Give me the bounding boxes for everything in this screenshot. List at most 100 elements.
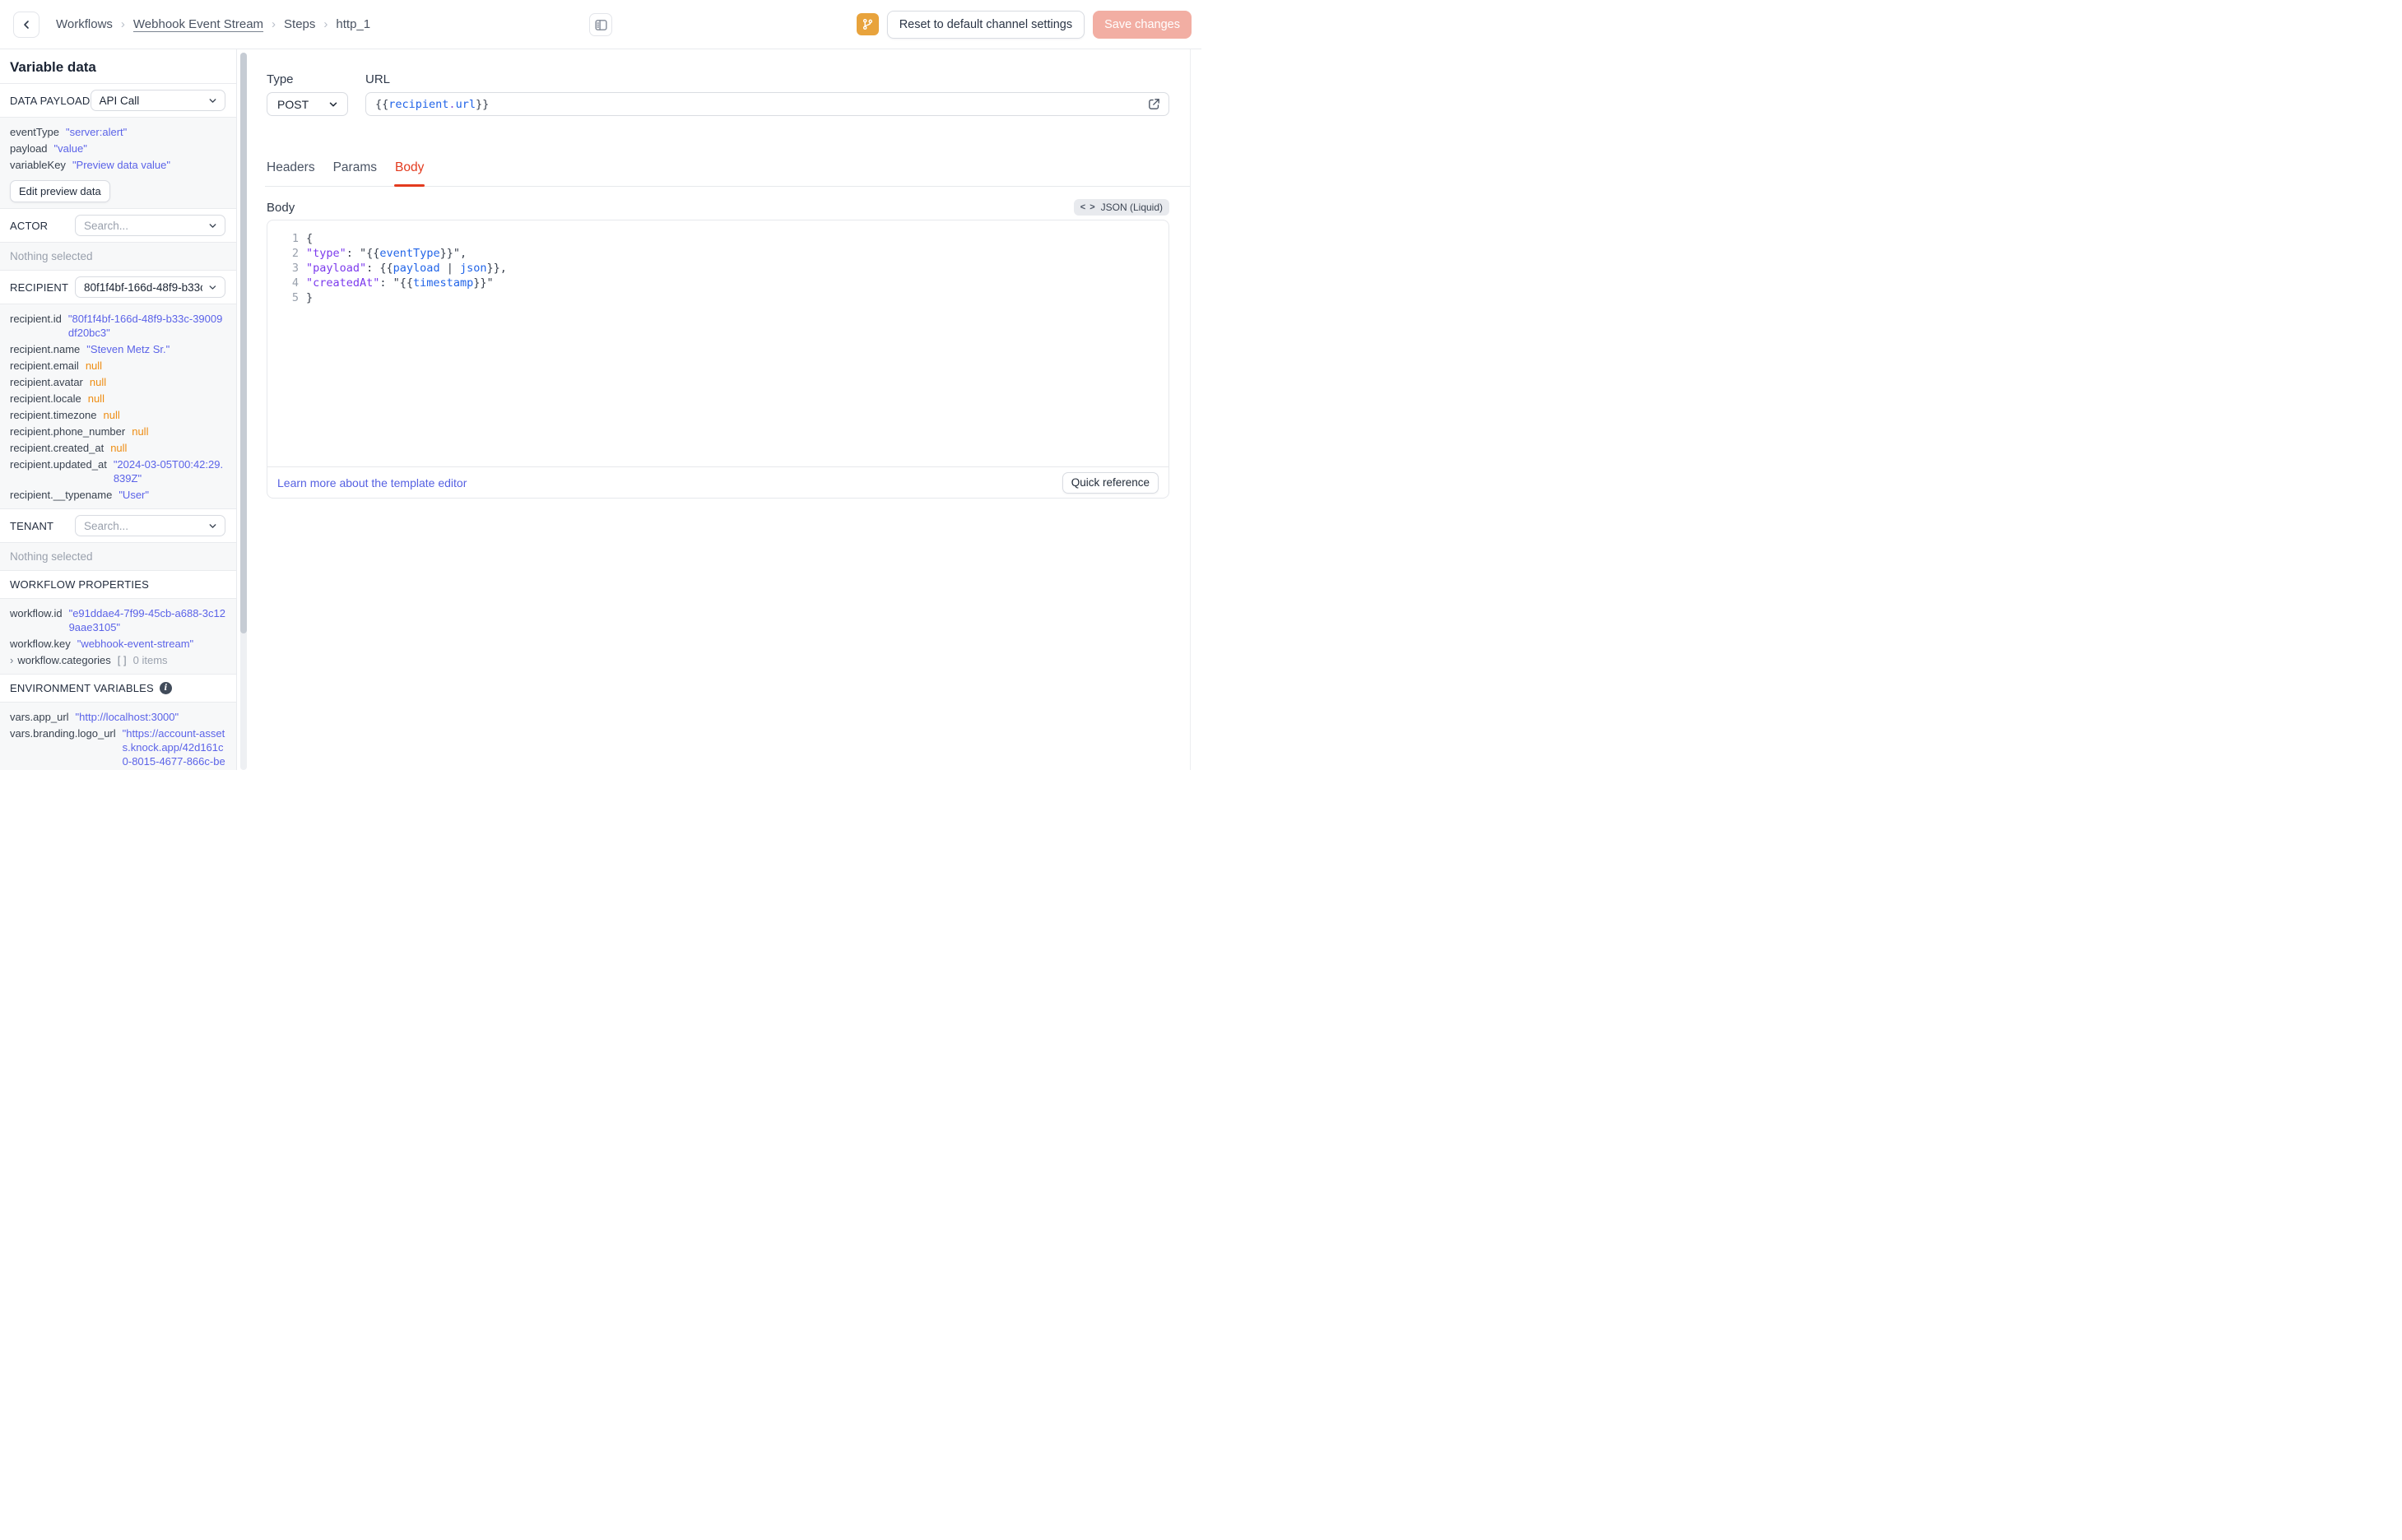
external-link-icon[interactable] [1147,97,1161,111]
variable-key: recipient.locale [10,392,81,405]
commit-changes-button[interactable] [856,13,879,35]
variable-data-panel: Variable data DATA PAYLOAD API Call even… [0,49,237,770]
code-line: 5} [279,290,1159,305]
variable-value: "server:alert" [66,125,128,138]
variable-key: workflow.key [10,637,71,650]
chevron-down-icon [209,523,216,528]
variable-value: null [87,392,105,405]
request-tabs: Headers Params Body [265,160,1190,187]
panel-header: Variable data [0,49,236,84]
line-number: 2 [291,247,299,260]
reset-channel-settings-button[interactable]: Reset to default channel settings [886,10,1085,39]
chevron-left-icon [24,20,29,29]
environment-fields-block: vars.app_url "http://localhost:3000" vars.… [0,703,236,770]
chevron-down-icon [209,223,216,228]
step-editor-main: Type POST URL {{recipient.url}} Headers P… [237,49,1201,770]
variable-key: recipient.name [10,342,81,355]
chevron-down-icon [329,101,337,107]
actor-empty-state: Nothing selected [10,250,93,262]
url-input[interactable]: {{recipient.url}} [365,92,1169,116]
git-branch-icon [862,18,872,30]
line-number: 1 [291,232,299,245]
variable-value: "User" [118,488,149,501]
variable-key: workflow.categories [17,653,111,666]
code-line: 2 "type": "{{eventType}}", [279,246,1159,261]
sidebar-scrollbar-thumb[interactable] [240,53,247,633]
request-config-row: Type POST URL {{recipient.url}} [267,72,1169,116]
chevron-right-icon[interactable]: › [10,653,13,667]
variable-value: null [89,375,107,388]
panel-title: Variable data [10,59,96,75]
recipient-fields-block: recipient.id "80f1f4bf-166d-48f9-b33c-390… [0,304,236,509]
variable-key: payload [10,141,48,155]
topbar-actions: Reset to default channel settings Save c… [856,10,1192,39]
variable-key: vars.branding.logo_url [10,726,116,740]
actor-row: ACTOR Search... [0,209,236,243]
tenant-empty-state: Nothing selected [10,550,93,563]
variable-row: recipient.email null [10,357,225,373]
breadcrumb-separator: › [323,17,328,31]
variable-value: null [132,424,149,438]
chevron-down-icon [209,98,216,103]
workflow-properties-label: WORKFLOW PROPERTIES [10,578,149,591]
learn-more-link[interactable]: Learn more about the template editor [277,476,467,489]
breadcrumb-separator: › [120,17,125,31]
quick-reference-button[interactable]: Quick reference [1062,471,1159,494]
template-editor: 1{2 "type": "{{eventType}}", 3 "payload": {… [267,220,1169,499]
code-icon: < > [1080,202,1096,212]
variable-value: "2024-03-05T00:42:29.839Z" [113,457,224,485]
recipient-select[interactable]: 80f1f4bf-166d-48f9-b33c [75,276,225,298]
editor-footer: Learn more about the template editor Qui… [267,466,1168,498]
workflow-fields-block: workflow.id "e91ddae4-7f99-45cb-a688-3c12… [0,599,236,675]
line-number: 3 [291,262,299,275]
sidebar-toggle-button[interactable] [589,13,612,36]
top-bar: Workflows › Webhook Event Stream › Steps › htt… [0,0,1201,49]
language-badge: < > JSON (Liquid) [1073,199,1169,216]
line-number: 5 [291,291,299,304]
variable-row: recipient.id "80f1f4bf-166d-48f9-b33c-390… [10,310,225,341]
tenant-empty-block: Nothing selected [0,543,236,571]
variable-value: "Steven Metz Sr." [86,342,170,355]
actor-select[interactable]: Search... [75,215,225,236]
http-method-select[interactable]: POST [267,92,348,116]
variable-value: "value" [53,141,87,155]
breadcrumb-item-workflows[interactable]: Workflows [56,17,113,31]
variable-key: recipient.timezone [10,408,97,421]
data-payload-label: DATA PAYLOAD [10,94,91,107]
variable-key: vars.app_url [10,710,69,723]
url-value: {{recipient.url}} [375,97,490,111]
code-line: 4 "createdAt": "{{timestamp}}" [279,276,1159,290]
url-label: URL [365,72,391,86]
tab-params[interactable]: Params [333,160,377,186]
body-section-header: Body < > JSON (Liquid) [267,199,1169,216]
tenant-label: TENANT [10,519,54,532]
breadcrumb-item-webhook-event-stream[interactable]: Webhook Event Stream [133,17,263,31]
tenant-select[interactable]: Search... [75,515,225,536]
variable-key: recipient.email [10,359,79,372]
tab-headers[interactable]: Headers [267,160,315,186]
variable-key: workflow.id [10,606,63,619]
info-icon[interactable]: i [159,682,172,694]
type-label: Type [267,72,294,86]
variable-key: recipient.created_at [10,441,105,454]
code-editor[interactable]: 1{2 "type": "{{eventType}}", 3 "payload": {… [267,220,1168,466]
edit-preview-data-button[interactable]: Edit preview data [10,180,110,202]
variable-value: "e91ddae4-7f99-45cb-a688-3c129aae3105" [68,606,225,633]
data-payload-select[interactable]: API Call [90,90,225,111]
code-line: 1{ [279,231,1159,246]
variable-value: "https://account-assets.knock.app/42d161… [122,726,225,771]
variable-row: vars.app_url "http://localhost:3000" [10,708,225,725]
breadcrumb-separator: › [272,17,276,31]
variable-key: recipient.phone_number [10,424,126,438]
variable-row: variableKey "Preview data value" [10,156,225,173]
variable-row: recipient.__typename "User" [10,486,225,503]
variable-row: recipient.avatar null [10,373,225,390]
page-scrollbar-gutter [1190,49,1191,770]
variable-row: › workflow.categories [ ] 0 items [10,652,225,668]
variable-value: null [85,359,103,372]
back-button[interactable] [13,11,39,38]
payload-preview-block: eventType "server:alert" payload "value" var… [0,118,236,209]
variable-value: [ ] [117,653,127,666]
save-changes-button[interactable]: Save changes [1093,10,1192,39]
tab-body[interactable]: Body [393,160,425,187]
